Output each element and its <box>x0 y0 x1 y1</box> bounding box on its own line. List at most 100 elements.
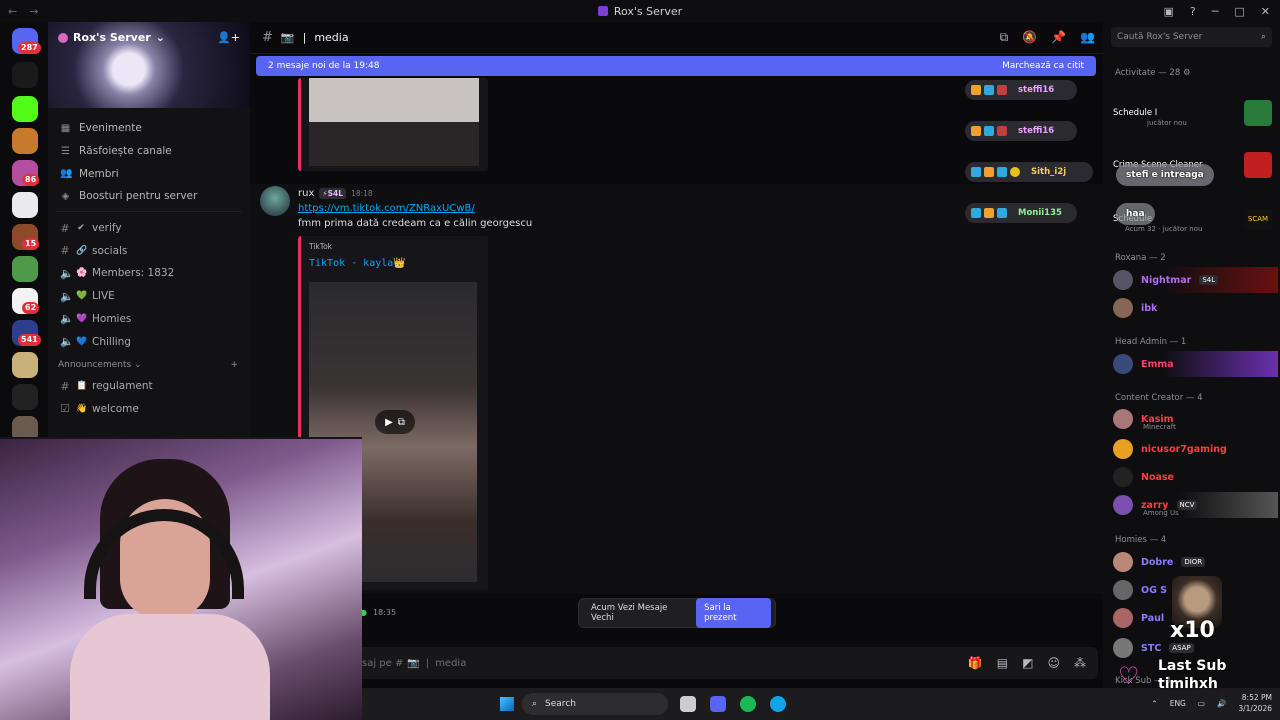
channel-welcome[interactable]: ☑ 👋 welcome <box>48 398 250 421</box>
member-row[interactable]: Dobre DIOR <box>1113 549 1278 575</box>
close-icon[interactable]: ✕ <box>1261 5 1270 18</box>
game-icon <box>1244 100 1272 126</box>
new-messages-bar[interactable]: 2 mesaje noi de la 19:48 Marchează ca ci… <box>256 56 1096 76</box>
help-icon[interactable]: ? <box>1190 5 1196 18</box>
server-icon[interactable] <box>12 384 38 410</box>
message-input[interactable]: saj pe # <box>362 658 403 669</box>
member-row[interactable]: Kasim Minecraft <box>1113 406 1278 432</box>
speaker-icon: 🔈 <box>60 335 74 349</box>
message-link[interactable]: https://vm.tiktok.com/ZNRaxUCwB/ <box>298 203 475 214</box>
voice-channel-members[interactable]: 🔈 🌸 Members: 1832 <box>48 262 250 285</box>
server-icon[interactable] <box>12 128 38 154</box>
boost-icon: ◈ <box>61 190 70 202</box>
discord-icon[interactable] <box>710 696 726 712</box>
members-toggle-icon[interactable]: 👥 <box>1080 30 1095 45</box>
embed-image[interactable] <box>309 78 479 166</box>
file-explorer-icon[interactable] <box>680 696 696 712</box>
activity-item[interactable]: Schedule I <box>1113 100 1278 126</box>
reaction-pill[interactable]: steffi16 <box>965 80 1077 100</box>
voice-channel-live[interactable]: 🔈 💚 LIVE <box>48 285 250 308</box>
menu-browse-channels[interactable]: ☰ Răsfoiește canale <box>48 140 250 163</box>
member-row[interactable]: nicusor7gaming <box>1113 436 1278 462</box>
avatar <box>1113 552 1133 572</box>
spotify-icon[interactable] <box>740 696 756 712</box>
member-row[interactable]: Emma <box>1113 351 1278 377</box>
menu-server-boosts[interactable]: ◈ Boosturi pentru server <box>48 185 250 208</box>
server-icon[interactable] <box>12 192 38 218</box>
voice-channel-homies[interactable]: 🔈 💜 Homies <box>48 308 250 331</box>
pin-icon[interactable]: 📌 <box>1051 30 1066 45</box>
server-icon[interactable] <box>12 256 38 282</box>
server-search-input[interactable]: Caută Rox's Server ⌕ <box>1111 27 1272 47</box>
server-name-button[interactable]: Rox's Server ⌄ <box>58 31 165 44</box>
menu-events[interactable]: ▦ Evenimente <box>48 117 250 140</box>
emoji-icon[interactable]: ☺ <box>1047 656 1060 670</box>
last-sub-label: Last Sub <box>1158 658 1227 674</box>
avatar[interactable] <box>260 186 290 216</box>
member-row[interactable]: ibk <box>1113 295 1278 321</box>
sticker-icon[interactable]: ◩ <box>1022 656 1033 670</box>
taskbar-search[interactable]: ⌕ Search <box>522 693 668 715</box>
embed-title[interactable]: TikTok · kayla👑 <box>309 258 406 269</box>
voice-channel-chilling[interactable]: 🔈 💙 Chilling <box>48 330 250 353</box>
threads-icon[interactable]: ⧉ <box>1000 30 1009 45</box>
tray-chevron-icon[interactable]: ⌃ <box>1151 699 1157 708</box>
server-icon[interactable] <box>12 352 38 378</box>
server-badge-icon <box>58 32 68 43</box>
speaker-icon: 🔈 <box>60 266 74 280</box>
member-row[interactable]: Nightmar S4L <box>1113 267 1278 293</box>
add-channel-icon[interactable]: + <box>230 360 238 370</box>
channel-verify[interactable]: # ✔ verify <box>48 217 250 240</box>
coin-icon <box>1010 167 1020 177</box>
sub-alert-overlay: x10 ♡ Last Sub timihxh <box>1112 576 1272 696</box>
chat-area: # 📷 | media ⧉ 🔕 📌 👥 2 mesaje noi de la 1… <box>250 22 1103 720</box>
unread-badge: 541 <box>18 334 41 346</box>
channel-regulament[interactable]: # 📋 regulament <box>48 375 250 398</box>
apps-icon[interactable]: ⁂ <box>1074 656 1086 670</box>
reaction-pill[interactable]: steffi16 <box>965 121 1077 141</box>
server-icon[interactable] <box>12 96 38 122</box>
mute-icon[interactable]: 🔕 <box>1022 30 1037 45</box>
gift-icon[interactable]: 🎁 <box>968 656 983 670</box>
reaction-pill[interactable]: Sith_i2j <box>965 162 1093 182</box>
header-tools: ⧉ 🔕 📌 👥 <box>1000 30 1103 45</box>
message-author[interactable]: rux <box>298 188 314 199</box>
play-button[interactable]: ▶ ⧉ <box>375 410 415 434</box>
role-header: Homies — 4 <box>1115 535 1167 545</box>
reaction-pill[interactable]: Monii135 <box>965 203 1077 223</box>
language-indicator[interactable]: ENG <box>1170 699 1186 708</box>
channel-socials[interactable]: # 🔗 socials <box>48 239 250 262</box>
search-icon: ⌕ <box>1260 32 1266 42</box>
game-icon: SCAM <box>1244 209 1272 229</box>
badge-icon <box>997 167 1007 177</box>
mark-read-button[interactable]: Marchează ca citit <box>1002 61 1084 71</box>
member-row[interactable]: Noase <box>1113 464 1278 490</box>
jump-to-present-button[interactable]: Sari la prezent <box>696 598 771 628</box>
server-icon[interactable] <box>12 62 38 88</box>
overlay-pill: haa <box>1116 203 1155 225</box>
member-row[interactable]: zarry NCV Among Us <box>1113 492 1278 518</box>
play-icon: ▶ <box>385 416 393 428</box>
menu-members[interactable]: 👥 Membri <box>48 162 250 185</box>
last-sub-user: timihxh <box>1158 676 1218 692</box>
forward-icon[interactable]: → <box>29 5 38 18</box>
category-announcements[interactable]: Announcements ⌄ + <box>48 355 250 375</box>
nav-arrows: ← → <box>0 5 48 18</box>
back-icon[interactable]: ← <box>8 5 17 18</box>
inbox-icon[interactable]: ▣ <box>1164 5 1174 18</box>
minimize-icon[interactable]: ─ <box>1212 5 1219 18</box>
window-controls: ▣ ? ─ □ ✕ <box>1164 5 1280 18</box>
windows-start-icon[interactable] <box>500 697 514 711</box>
crown-icon <box>984 208 994 218</box>
maximize-icon[interactable]: □ <box>1234 5 1244 18</box>
volume-icon[interactable]: 🔊 <box>1217 699 1226 708</box>
role-header: Roxana — 2 <box>1115 253 1166 263</box>
message-composer[interactable]: saj pe # 📷 | media 🎁 ▤ ◩ ☺ ⁂ <box>258 647 1098 679</box>
monitor-icon[interactable]: ▭ <box>1198 699 1205 708</box>
unread-badge: 287 <box>18 42 41 54</box>
hash-icon: # <box>262 30 273 45</box>
gif-icon[interactable]: ▤ <box>997 656 1008 670</box>
edge-icon[interactable] <box>770 696 786 712</box>
invite-icon[interactable]: 👤+ <box>217 31 240 44</box>
avatar <box>1113 270 1133 290</box>
